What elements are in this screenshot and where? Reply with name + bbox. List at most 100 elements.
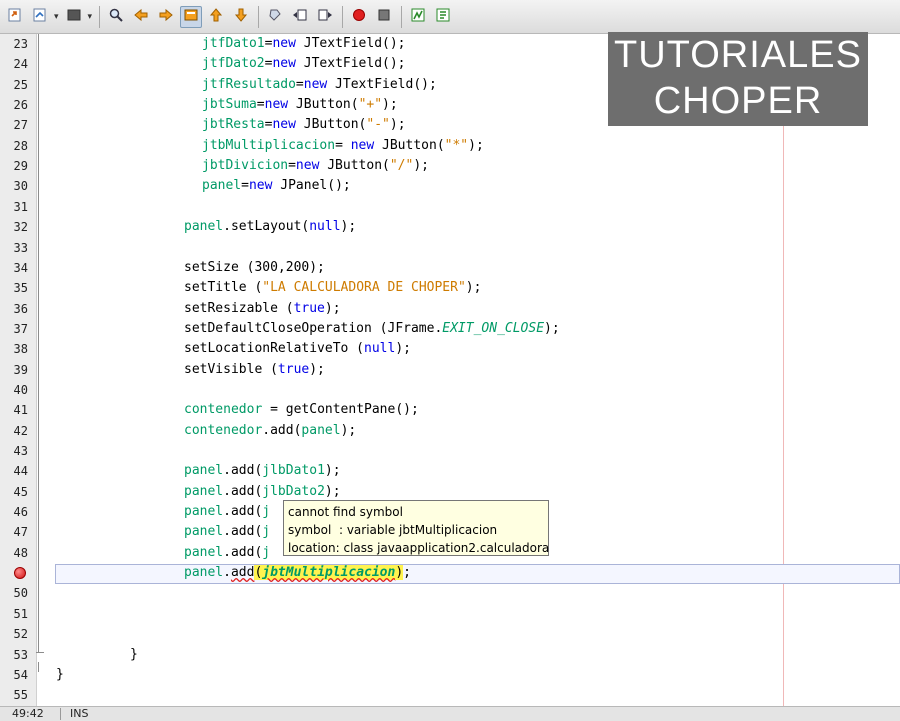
code-line[interactable]: 42 contenedor.add(panel); xyxy=(0,421,900,441)
open-source-button[interactable] xyxy=(4,6,26,28)
code-text: jtfResultado=new JTextField(); xyxy=(202,75,437,95)
code-token: panel xyxy=(184,463,224,479)
code-token: = getContentPane(); xyxy=(262,402,419,418)
code-token: add xyxy=(230,565,255,581)
code-token: JTextField(); xyxy=(295,36,406,51)
code-line[interactable]: 34 setSize (300,200); xyxy=(0,258,900,278)
code-line[interactable]: panel.add(jbtMultiplicacion); xyxy=(0,563,900,583)
code-token: ); xyxy=(324,463,341,479)
code-token: panel xyxy=(184,524,224,540)
code-text: jtfDato1=new JTextField(); xyxy=(202,34,406,54)
previous-bookmark-button[interactable] xyxy=(205,6,227,28)
code-token: new xyxy=(272,56,296,72)
code-line[interactable]: 51 xyxy=(0,604,900,624)
code-text: setSize (300,200); xyxy=(184,258,325,278)
code-line[interactable]: 50 xyxy=(0,583,900,603)
insert-mode[interactable]: INS xyxy=(70,707,88,721)
line-number: 23 xyxy=(13,37,28,51)
code-line[interactable]: 44 panel.add(jlbDato1); xyxy=(0,461,900,481)
code-line[interactable]: 35 setTitle ("LA CALCULADORA DE CHOPER"); xyxy=(0,278,900,298)
toolbar-separator xyxy=(258,5,260,28)
shift-right-button[interactable] xyxy=(314,6,336,28)
line-number: 50 xyxy=(13,586,28,601)
code-token: JTextField(); xyxy=(327,76,437,92)
code-line[interactable]: 30 panel=new JPanel(); xyxy=(0,176,900,196)
code-token: null xyxy=(309,219,341,235)
line-number: 47 xyxy=(13,525,28,540)
caret-position[interactable]: 49:42 xyxy=(12,707,44,721)
code-line[interactable]: 29 jbtDivicion=new JButton("/"); xyxy=(0,156,900,176)
code-token: jtfDato1 xyxy=(202,36,265,51)
code-token: null xyxy=(364,341,396,357)
code-line[interactable]: 55 xyxy=(0,685,900,705)
watermark: TUTORIALES CHOPER xyxy=(608,32,868,126)
previous-occurrence-icon xyxy=(133,7,149,27)
code-token: ; xyxy=(403,565,411,581)
code-token: JButton( xyxy=(288,97,359,113)
code-token: jtfResultado xyxy=(202,76,296,92)
tooltip-location: location: class javaapplication2.calcula… xyxy=(288,541,550,555)
code-token: .add( xyxy=(223,544,263,560)
code-token: new xyxy=(272,36,296,51)
status-separator xyxy=(60,708,61,720)
code-token: .add( xyxy=(223,483,263,499)
shift-left-button[interactable] xyxy=(289,6,311,28)
code-text: panel.add(j xyxy=(184,502,270,522)
open-source-icon xyxy=(7,7,23,27)
code-token: jbtMultiplicacion xyxy=(262,565,396,581)
code-token: setResizable ( xyxy=(184,300,294,316)
code-line[interactable]: 45 panel.add(jlbDato2); xyxy=(0,482,900,502)
previous-occurrence-button[interactable] xyxy=(130,6,152,28)
status-bar: 49:42 INS xyxy=(0,706,900,721)
comment-button[interactable] xyxy=(432,6,454,28)
back-button[interactable] xyxy=(63,6,85,28)
code-line[interactable]: 32 panel.setLayout(null); xyxy=(0,217,900,237)
code-token: .add( xyxy=(223,524,263,540)
toggle-bookmark-button[interactable] xyxy=(264,6,286,28)
code-line[interactable]: 41 contenedor = getContentPane(); xyxy=(0,400,900,420)
next-occurrence-button[interactable] xyxy=(155,6,177,28)
next-bookmark-icon xyxy=(233,7,249,27)
code-editor[interactable]: 23 jtfDato1=new JTextField(); 24 jtfDato2=n… xyxy=(0,34,900,706)
code-line[interactable]: 52 xyxy=(0,624,900,644)
code-token: JButton( xyxy=(374,137,445,153)
chevron-down-icon[interactable]: ▾ xyxy=(88,12,93,22)
line-number: 26 xyxy=(13,98,28,113)
start-macro-icon xyxy=(351,7,367,27)
toggle-highlight-button[interactable] xyxy=(180,5,203,28)
next-bookmark-button[interactable] xyxy=(230,6,252,28)
code-token: ); xyxy=(324,483,341,499)
code-line[interactable]: 37 setDefaultCloseOperation (JFrame.EXIT_… xyxy=(0,319,900,339)
code-line[interactable]: 53} xyxy=(0,645,900,665)
code-line[interactable]: 40 xyxy=(0,380,900,400)
code-line[interactable]: 54} xyxy=(0,665,900,685)
toggle-highlight-icon xyxy=(183,7,199,27)
code-text: } xyxy=(130,645,138,665)
code-line[interactable]: 36 setResizable (true); xyxy=(0,299,900,319)
code-token: ); xyxy=(324,300,341,316)
code-token: ); xyxy=(309,361,325,377)
code-line[interactable]: 31 xyxy=(0,197,900,217)
code-token: "+" xyxy=(358,97,383,113)
code-text: setVisible (true); xyxy=(184,360,325,380)
code-line[interactable]: 28 jtbMultiplicacion= new JButton("*"); xyxy=(0,136,900,156)
code-text: jtfDato2=new JTextField(); xyxy=(202,54,406,74)
find-button[interactable] xyxy=(105,6,127,28)
code-token: = xyxy=(288,158,296,174)
line-number: 36 xyxy=(13,301,28,316)
code-token: ); xyxy=(340,219,357,235)
chevron-down-icon[interactable]: ▾ xyxy=(54,12,59,22)
code-line[interactable]: 33 xyxy=(0,238,900,258)
diff-button[interactable] xyxy=(407,6,429,28)
code-line[interactable]: 38 setLocationRelativeTo (null); xyxy=(0,339,900,359)
stop-macro-button[interactable] xyxy=(373,6,395,28)
error-annotation-icon[interactable] xyxy=(14,567,26,580)
code-text: panel.add(jbtMultiplicacion); xyxy=(184,563,411,583)
code-line[interactable]: 39 setVisible (true); xyxy=(0,360,900,380)
history-button[interactable] xyxy=(29,6,51,28)
tooltip-symbol: symbol : variable jbtMultiplicacion xyxy=(288,523,498,537)
line-number: 39 xyxy=(13,362,28,377)
code-line[interactable]: 43 xyxy=(0,441,900,461)
stop-macro-icon xyxy=(376,7,392,27)
start-macro-button[interactable] xyxy=(348,6,370,28)
